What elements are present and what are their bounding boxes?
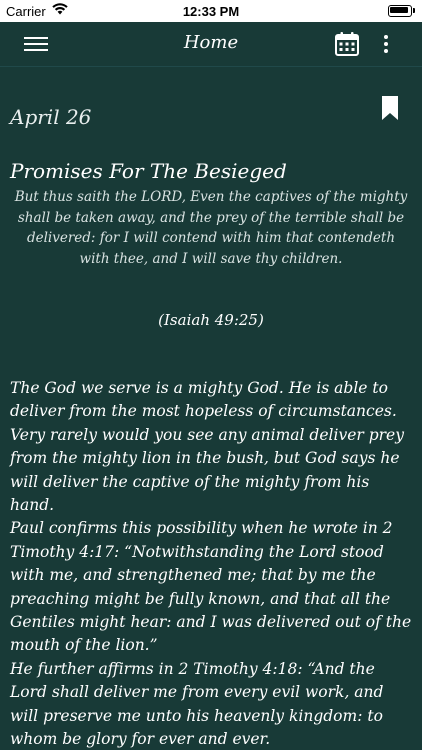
scripture-reference: (Isaiah 49:25)	[158, 311, 264, 329]
devotional-date: April 26	[10, 105, 92, 129]
more-vertical-icon[interactable]	[382, 34, 390, 58]
status-time: 12:33 PM	[182, 4, 240, 19]
devotional-body: The God we serve is a mighty God. He is …	[10, 379, 412, 749]
calendar-icon[interactable]	[334, 31, 360, 61]
status-bar: Carrier 12:33 PM	[0, 0, 422, 22]
devotional-title: Promises For The Besieged	[10, 159, 287, 183]
battery-icon	[388, 5, 415, 17]
nav-bar: Home	[0, 22, 422, 67]
devotional-content[interactable]: April 26 Promises For The Besieged But t…	[0, 67, 422, 750]
bookmark-icon[interactable]	[381, 95, 399, 125]
scripture-text: But thus saith the LORD, Even the captiv…	[14, 189, 408, 267]
